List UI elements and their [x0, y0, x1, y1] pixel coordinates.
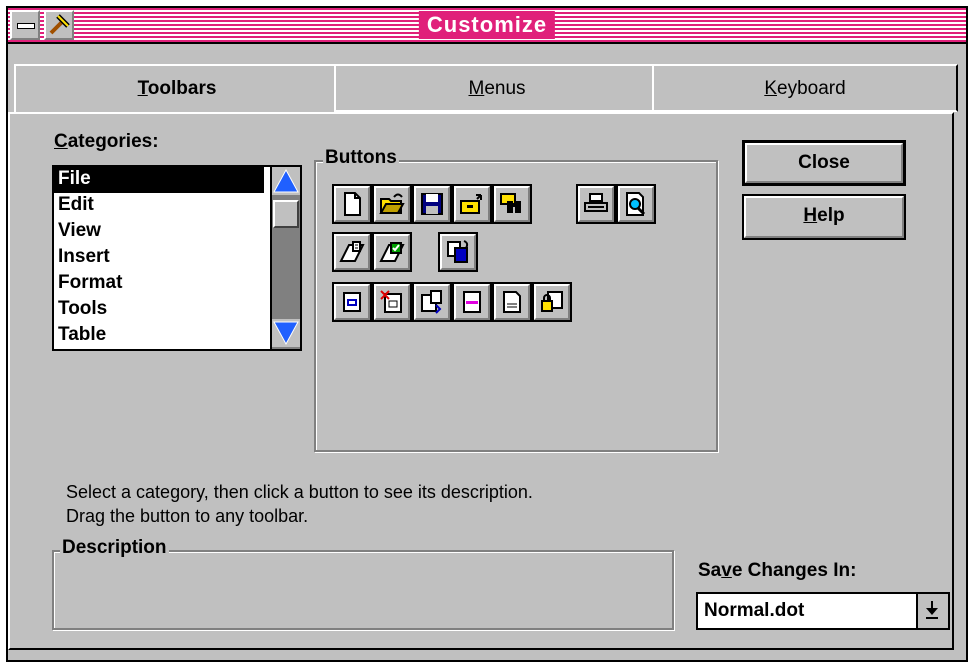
find-file-binoculars-icon: [500, 193, 521, 213]
list-item[interactable]: Format: [54, 271, 300, 297]
categories-listbox[interactable]: File Edit View Insert Format Tools Table: [52, 165, 302, 351]
title-bar[interactable]: Customize: [8, 8, 966, 44]
instructions-text: Select a category, then click a button t…: [66, 480, 533, 528]
close-button[interactable]: Close: [742, 140, 906, 186]
copy-paste-button[interactable]: [438, 232, 478, 272]
hammer-button[interactable]: [44, 10, 74, 40]
categories-label: Categories:: [54, 131, 159, 152]
save-changes-dropdown[interactable]: Normal.dot: [696, 592, 950, 630]
insert-footer-button[interactable]: [492, 282, 532, 322]
tab-menus[interactable]: Menus: [334, 64, 660, 112]
list-item[interactable]: Insert: [54, 245, 300, 271]
tab-keyboard[interactable]: Keyboard: [652, 64, 958, 112]
insert-header-icon: [463, 291, 481, 313]
open-folder-icon: [379, 193, 405, 214]
small-document-icon: [343, 292, 361, 312]
description-group: [52, 550, 674, 630]
delete-document-button[interactable]: [372, 282, 412, 322]
insert-file-button[interactable]: [412, 282, 452, 322]
list-item[interactable]: File: [54, 167, 264, 193]
hammer-icon: [49, 14, 70, 35]
list-item[interactable]: Table: [54, 323, 300, 349]
new-document-button[interactable]: [332, 184, 372, 224]
insert-footer-icon: [503, 291, 521, 313]
help-button[interactable]: Help: [742, 194, 906, 240]
scroll-down-button[interactable]: [272, 319, 300, 347]
scroll-up-arrow-icon: [273, 168, 299, 193]
description-group-label: Description: [60, 537, 169, 559]
delete-document-icon: [380, 290, 402, 313]
envelope-button[interactable]: [332, 232, 372, 272]
tab-keyboard-label: Keyboard: [764, 78, 846, 99]
lock-document-icon: [541, 291, 563, 312]
open-drawer-button[interactable]: [452, 184, 492, 224]
new-document-icon: [344, 192, 361, 216]
print-icon: [584, 193, 608, 212]
envelope-icon: [339, 241, 365, 262]
save-changes-label: Save Changes In:: [698, 560, 857, 581]
instructions-line-1: Select a category, then click a button t…: [66, 482, 533, 502]
tab-menus-label: Menus: [468, 78, 526, 99]
save-disk-icon: [421, 193, 443, 215]
save-changes-value: Normal.dot: [704, 600, 805, 621]
scroll-thumb[interactable]: [273, 200, 299, 228]
print-preview-icon: [626, 192, 646, 216]
insert-header-button[interactable]: [452, 282, 492, 322]
tab-toolbars[interactable]: Toolbars: [14, 64, 340, 114]
list-item[interactable]: Tools: [54, 297, 300, 323]
open-button[interactable]: [372, 184, 412, 224]
scroll-up-button[interactable]: [272, 167, 300, 195]
minus-icon: [17, 23, 35, 29]
open-drawer-icon: [460, 194, 482, 214]
help-button-label: Help: [803, 205, 845, 226]
buttons-group-label: Buttons: [323, 147, 399, 169]
mail-merge-icon: [379, 242, 405, 262]
categories-scrollbar[interactable]: [270, 167, 300, 349]
instructions-line-2: Drag the button to any toolbar.: [66, 506, 309, 526]
print-preview-button[interactable]: [616, 184, 656, 224]
save-button[interactable]: [412, 184, 452, 224]
copy-paste-icon: [447, 240, 469, 263]
small-document-button[interactable]: [332, 282, 372, 322]
dropdown-arrow-icon: [926, 601, 938, 619]
list-item[interactable]: Edit: [54, 193, 300, 219]
window-title: Customize: [418, 11, 556, 39]
dropdown-button[interactable]: [916, 594, 948, 628]
tab-toolbars-label: Toolbars: [137, 78, 217, 99]
mail-merge-button[interactable]: [372, 232, 412, 272]
system-menu-button[interactable]: [10, 10, 40, 40]
lock-document-button[interactable]: [532, 282, 572, 322]
print-button[interactable]: [576, 184, 616, 224]
scroll-down-arrow-icon: [273, 321, 299, 346]
insert-file-icon: [421, 290, 442, 314]
find-file-button[interactable]: [492, 184, 532, 224]
list-item[interactable]: View: [54, 219, 300, 245]
